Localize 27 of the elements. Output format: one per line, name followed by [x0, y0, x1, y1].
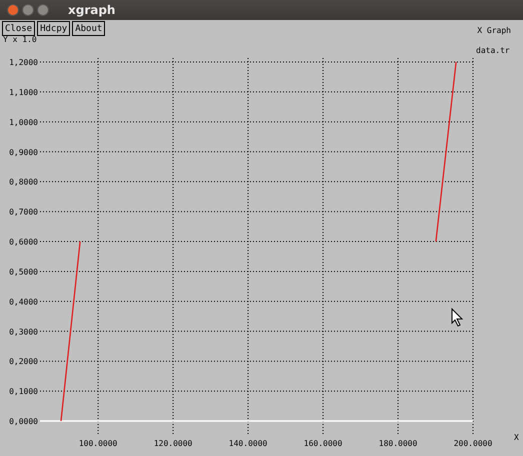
y-tick-label: 0,7000	[9, 208, 38, 217]
toolbar-button[interactable]: Close	[2, 21, 36, 36]
y-tick-label: 0,2000	[9, 357, 38, 366]
y-tick-label: 0,8000	[9, 178, 38, 187]
x-tick-label: 160.0000	[304, 439, 342, 448]
x-tick-label: 200.0000	[454, 439, 492, 448]
y-tick-label: 1,0000	[9, 118, 38, 127]
y-tick-label: 0,1000	[9, 387, 38, 396]
toolbar-button[interactable]: About	[72, 21, 106, 36]
x-tick-label: 120.0000	[154, 439, 192, 448]
window-title: xgraph	[68, 3, 116, 17]
x-tick-label: 100.0000	[78, 439, 118, 448]
graph-title: X Graph	[477, 26, 511, 35]
x-axis-label: X	[514, 433, 519, 442]
y-tick-label: 0,4000	[9, 297, 38, 306]
x-tick-label: 140.0000	[228, 439, 268, 448]
y-tick-label: 1,2000	[9, 58, 38, 67]
y-tick-label: 0,6000	[9, 238, 38, 247]
y-tick-label: 0,3000	[9, 327, 38, 336]
x-tick-label: 180.0000	[378, 439, 418, 448]
toolbar-button[interactable]: Hdcpy	[37, 21, 70, 36]
y-tick-label: 0,0000	[9, 417, 38, 426]
legend-label: data.tr	[476, 46, 510, 55]
y-tick-label: 1,1000	[9, 88, 38, 97]
y-unit-label: Y x 1.0	[3, 36, 37, 44]
y-tick-label: 0,5000	[9, 267, 38, 276]
y-tick-label: 0,9000	[9, 148, 38, 157]
